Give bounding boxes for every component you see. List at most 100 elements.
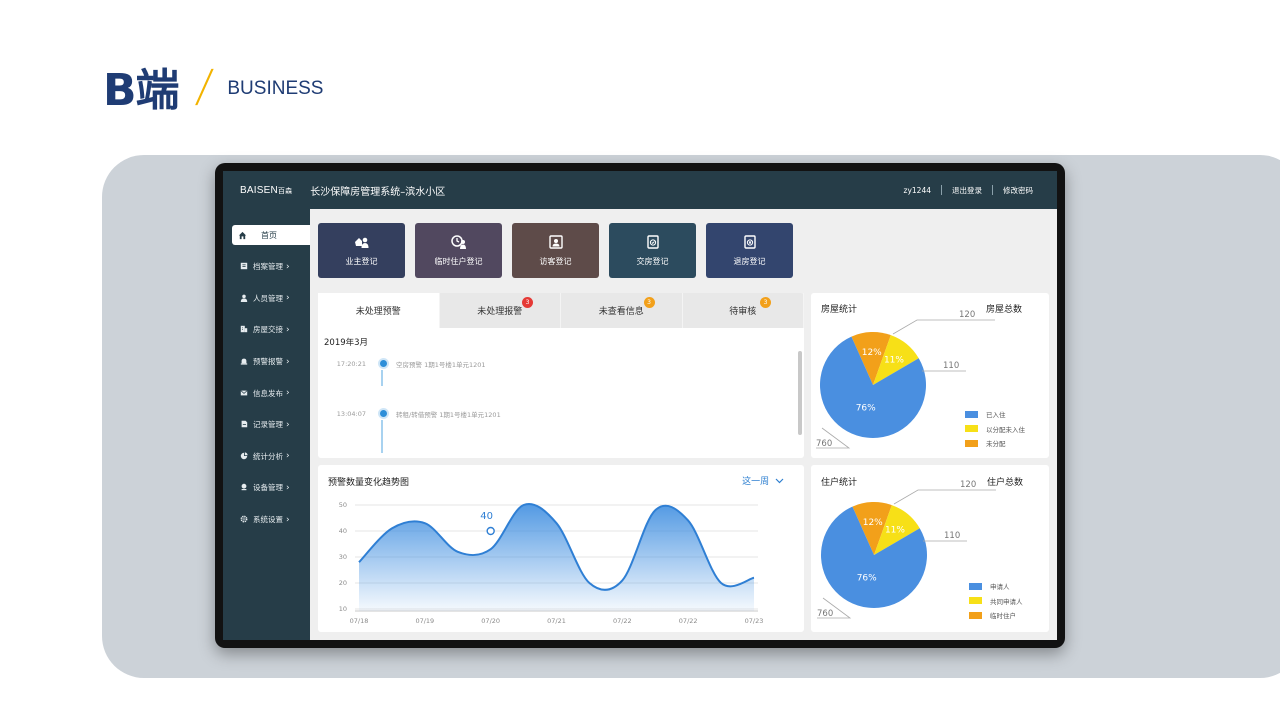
checkout-register-button[interactable]: 退房登记 (706, 223, 793, 278)
sidebar-item-handover[interactable]: 房屋交接 › (223, 314, 310, 346)
pie-percent-label: 12% (862, 348, 882, 358)
y-tick-label: 40 (339, 527, 347, 535)
count-badge: 3 (760, 297, 771, 308)
sidebar-item-users[interactable]: 人员管理 › (223, 283, 310, 315)
sidebar-item-label: 预警报警 (253, 357, 283, 367)
slide-title-main: B端 (103, 65, 180, 116)
alarm-icon (239, 357, 248, 366)
user-icon (239, 294, 248, 303)
legend-label: 申请人 (990, 583, 1010, 592)
brand-logo[interactable]: BAISEN百森 (240, 185, 292, 196)
legend-item: 临时住户 (969, 608, 1023, 623)
resident-legend: 申请人 共同申请人 临时住户 (969, 579, 1023, 623)
sidebar-item-settings[interactable]: 系统设置 › (223, 504, 310, 536)
legend-label: 共同申请人 (990, 597, 1023, 606)
callout-value: 120 (959, 310, 975, 320)
username[interactable]: zy1244 (894, 186, 941, 195)
visitor-register-button[interactable]: 访客登记 (512, 223, 599, 278)
checkout-icon (743, 235, 756, 249)
sidebar-item-label: 系统设置 (253, 515, 283, 525)
app-screen: BAISEN百森 长沙保障房管理系统–滨水小区 zy1244 退出登录 修改密码… (223, 171, 1057, 640)
x-tick-label: 07/22 (613, 617, 632, 625)
sidebar-item-publish[interactable]: 信息发布 › (223, 377, 310, 409)
alerts-tabs: 未处理预警 未处理报警 3 未查看信息 3 待审核 3 (318, 293, 804, 328)
timeline-dot (378, 408, 389, 419)
tab-label: 未处理报警 (477, 307, 523, 317)
slide-title: B端 / BUSINESS (103, 54, 323, 118)
legend-item: 未分配 (965, 436, 1025, 451)
sidebar-item-label: 信息发布 (253, 388, 283, 398)
pie-percent-label: 76% (857, 574, 877, 584)
handover-register-button[interactable]: 交房登记 (609, 223, 696, 278)
tab-unhandled-alarms[interactable]: 未处理报警 3 (440, 293, 561, 328)
sidebar-item-statistics[interactable]: 统计分析 › (223, 441, 310, 473)
callout-value: 120 (960, 480, 976, 490)
brand-name-cn: 百森 (277, 187, 293, 195)
chevron-right-icon: › (286, 388, 290, 399)
mail-icon (239, 389, 248, 398)
sidebar-item-devices[interactable]: 设备管理 › (223, 472, 310, 504)
legend-item: 申请人 (969, 579, 1023, 594)
sidebar-item-label: 记录管理 (253, 420, 283, 430)
sidebar-item-alarm[interactable]: 预警报警 › (223, 346, 310, 378)
sidebar-item-records[interactable]: 记录管理 › (223, 409, 310, 441)
chevron-right-icon: › (286, 451, 290, 462)
legend-label: 未分配 (986, 440, 1006, 449)
timeline-entry[interactable]: 13:04:07 转租/转借预警 1期1号楼1单元1201 (318, 408, 501, 419)
tab-label: 未处理预警 (355, 307, 401, 317)
pie-percent-label: 11% (884, 356, 904, 366)
sidebar-item-archive[interactable]: 档案管理 › (223, 251, 310, 283)
highlight-point (486, 526, 495, 536)
callout-value: 110 (943, 361, 959, 371)
x-tick-label: 07/22 (679, 617, 698, 625)
y-tick-label: 30 (339, 553, 347, 561)
tab-pending-review[interactable]: 待审核 3 (683, 293, 804, 328)
x-tick-label: 07/18 (350, 617, 369, 625)
highlight-value-label: 40 (480, 511, 493, 522)
x-tick-label: 07/21 (547, 617, 566, 625)
scrollbar[interactable] (798, 351, 802, 435)
sidebar-item-label: 人员管理 (253, 293, 283, 303)
quick-action-label: 访客登记 (539, 257, 572, 266)
user-menu: zy1244 退出登录 修改密码 (894, 185, 1043, 196)
timeline-dot (378, 358, 389, 369)
legend-item: 以分配未入住 (965, 422, 1025, 437)
sidebar: 首页 档案管理 › 人员管理 › 房屋交接 › 预警报警 › 信息发布 › 记录… (223, 209, 310, 640)
owner-register-button[interactable]: 业主登记 (318, 223, 405, 278)
callout-line (893, 489, 996, 505)
house-legend: 已入住 以分配未入住 未分配 (965, 407, 1025, 451)
y-tick-label: 20 (339, 579, 347, 587)
brand-name: BAISEN (240, 184, 278, 196)
slide-title-sub: BUSINESS (227, 78, 324, 99)
chevron-right-icon: › (286, 261, 290, 272)
callout-value: 760 (816, 439, 832, 449)
count-badge: 3 (643, 297, 655, 308)
callout-line (892, 319, 995, 335)
tab-unhandled-warnings[interactable]: 未处理预警 (318, 293, 440, 328)
temp-resident-register-button[interactable]: 临时住户登记 (415, 223, 502, 278)
top-bar: BAISEN百森 长沙保障房管理系统–滨水小区 zy1244 退出登录 修改密码 (223, 171, 1057, 209)
entry-text: 转租/转借预警 1期1号楼1单元1201 (396, 410, 501, 419)
record-icon (239, 420, 248, 429)
sidebar-item-label: 房屋交接 (253, 325, 283, 335)
home-icon (238, 231, 247, 240)
logout-link[interactable]: 退出登录 (942, 185, 992, 196)
resident-stats-panel: 住户统计 住户总数 12% 11% 76% 120 110 760 申请人 共同申请人 临… (811, 465, 1049, 632)
quick-action-label: 退房登记 (733, 257, 766, 266)
pie-percent-label: 76% (856, 404, 876, 414)
trend-area (359, 503, 754, 611)
change-password-link[interactable]: 修改密码 (993, 185, 1043, 196)
legend-label: 以分配未入住 (986, 425, 1025, 434)
handover-icon (646, 235, 659, 249)
quick-action-label: 临时住户登记 (434, 257, 483, 266)
trend-panel: 预警数量变化趋势图 这一周 10 20 30 40 50 07/18 07/19 07/20 0… (318, 465, 804, 632)
tab-unread-messages[interactable]: 未查看信息 3 (561, 293, 683, 328)
chevron-right-icon: › (286, 324, 290, 335)
legend-swatch (969, 611, 982, 619)
entry-text: 空房预警 1期1号楼1单元1201 (396, 360, 486, 369)
sidebar-item-home[interactable]: 首页 (232, 225, 310, 245)
timeline-line (381, 420, 383, 453)
title-slash: / (192, 60, 215, 112)
callout-value: 110 (944, 531, 960, 541)
timeline-entry[interactable]: 17:20:21 空房预警 1期1号楼1单元1201 (318, 358, 486, 369)
